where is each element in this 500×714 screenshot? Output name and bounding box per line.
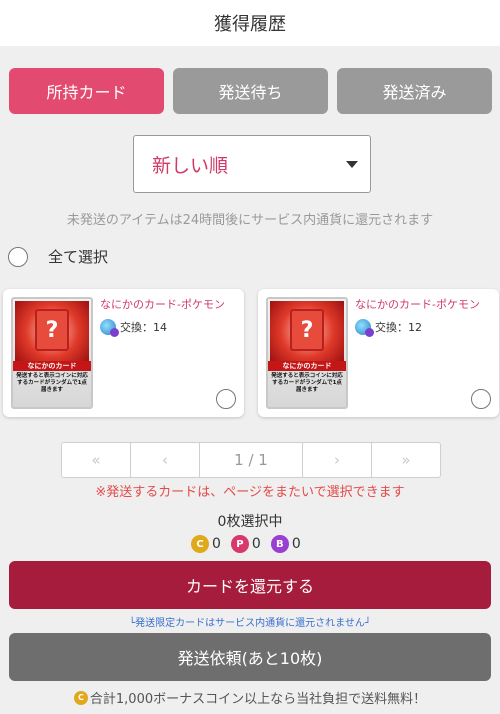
sort-selected-value: 新しい順 xyxy=(152,154,229,177)
card-item[interactable]: ? なにかのカード 発送すると表示コインに対応するカードがランダムで1点届きます… xyxy=(3,289,244,417)
card-image: ? なにかのカード 発送すると表示コインに対応するカードがランダムで1点届きます xyxy=(266,297,348,409)
tab-awaiting-shipment[interactable]: 発送待ち xyxy=(173,68,328,114)
free-shipping-text: 合計1,000ボーナスコイン以上なら当社負担で送料無料！ xyxy=(89,692,427,707)
sort-dropdown[interactable]: 新しい順 xyxy=(133,135,371,193)
selected-count: 0枚選択中 xyxy=(217,514,283,530)
card-image-desc: 発送すると表示コインに対応するカードがランダムで1点届きます xyxy=(271,373,343,393)
card-select-radio[interactable] xyxy=(216,389,236,409)
tab-shipped[interactable]: 発送済み xyxy=(337,68,492,114)
first-page-button[interactable]: « xyxy=(62,443,131,477)
coin-icon: C xyxy=(73,690,88,705)
card-exchange-value: 交換：12 xyxy=(375,321,422,334)
card-image-banner: なにかのカード xyxy=(13,361,91,371)
return-cards-button[interactable]: カードを還元する xyxy=(9,561,491,609)
card-select-radio[interactable] xyxy=(471,389,491,409)
page-title: 獲得履歴 xyxy=(214,14,286,35)
ship-request-button[interactable]: 発送依頼(あと10枚) xyxy=(9,633,491,681)
bonus-coin-icon: B xyxy=(270,535,289,553)
exchange-coin-icon xyxy=(355,319,374,337)
tab-owned-cards[interactable]: 所持カード xyxy=(9,68,164,114)
pagination: « ‹ 1 / 1 › » xyxy=(61,442,441,478)
question-mark-icon: ? xyxy=(290,309,324,351)
return-note: └発送限定カードはサービス内通貨に還元されません┘ xyxy=(129,618,371,629)
card-image: ? なにかのカード 発送すると表示コインに対応するカードがランダムで1点届きます xyxy=(11,297,93,409)
card-image-banner: なにかのカード xyxy=(268,361,346,371)
exchange-coin-icon xyxy=(100,319,119,337)
caret-down-icon xyxy=(346,161,358,168)
card-item[interactable]: ? なにかのカード 発送すると表示コインに対応するカードがランダムで1点届きます… xyxy=(258,289,499,417)
card-exchange-value: 交換：14 xyxy=(120,321,167,334)
select-all[interactable]: 全て選択 xyxy=(8,246,108,267)
bonus-total: 0 xyxy=(291,536,301,552)
coin-total: 0 xyxy=(212,536,221,552)
page-header: 獲得履歴 xyxy=(0,0,500,46)
point-total: 0 xyxy=(251,536,261,552)
point-icon: P xyxy=(230,535,249,553)
select-all-label: 全て選択 xyxy=(48,248,109,266)
card-exchange: 交換：12 xyxy=(355,319,422,337)
coin-totals: C 0 P 0 B 0 xyxy=(191,535,311,553)
select-all-radio[interactable] xyxy=(8,246,28,267)
last-page-button[interactable]: » xyxy=(372,443,440,477)
free-shipping-note: C 合計1,000ボーナスコイン以上なら当社負担で送料無料！ xyxy=(0,688,500,707)
card-title: なにかのカード-ポケモン xyxy=(355,298,480,311)
prev-page-button[interactable]: ‹ xyxy=(131,443,200,477)
card-title: なにかのカード-ポケモン xyxy=(100,298,225,311)
coin-icon: C xyxy=(191,535,209,553)
card-image-desc: 発送すると表示コインに対応するカードがランダムで1点届きます xyxy=(16,373,88,393)
next-page-button[interactable]: › xyxy=(303,443,372,477)
question-mark-icon: ? xyxy=(35,309,69,351)
page-warning: ※発送するカードは、ページをまたいで選択できます xyxy=(95,485,405,500)
card-exchange: 交換：14 xyxy=(100,319,167,337)
page-indicator: 1 / 1 xyxy=(200,443,303,477)
tab-bar: 所持カード 発送待ち 発送済み xyxy=(9,68,492,114)
auto-return-notice: 未発送のアイテムは24時間後にサービス内通貨に還元されます xyxy=(66,213,434,228)
